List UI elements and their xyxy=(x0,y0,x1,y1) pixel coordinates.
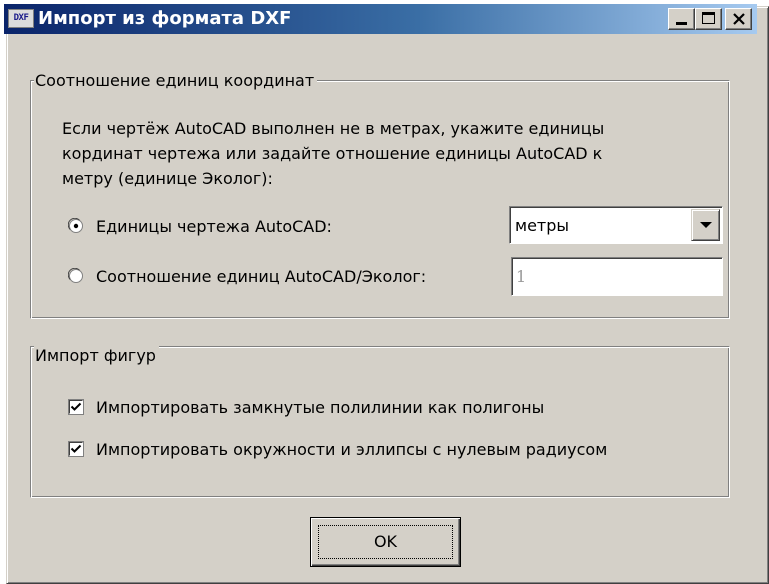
shapes-groupbox xyxy=(30,346,730,498)
radio-units-label: Единицы чертежа AutoCAD: xyxy=(96,216,332,236)
radio-selected-icon[interactable] xyxy=(68,218,84,234)
minimize-icon xyxy=(676,22,687,25)
maximize-icon xyxy=(702,12,715,24)
dropdown-button[interactable] xyxy=(691,209,720,241)
radio-units-option[interactable]: Единицы чертежа AutoCAD: xyxy=(68,214,332,238)
description-line: кординат чертежа или задайте отношение е… xyxy=(62,144,603,163)
window-title: Импорт из формата DXF xyxy=(38,8,292,29)
checkbox-polylines-row[interactable]: Импортировать замкнутые полилинии как по… xyxy=(68,395,544,419)
checkbox-checked-icon[interactable] xyxy=(68,441,84,457)
minimize-button[interactable] xyxy=(668,8,695,30)
chevron-down-icon xyxy=(700,222,712,228)
shapes-group-legend: Импорт фигур xyxy=(34,346,159,366)
ok-button[interactable]: OK xyxy=(310,517,461,567)
ratio-input[interactable] xyxy=(511,257,723,296)
radio-ratio-label: Соотношение единиц AutoCAD/Эколог: xyxy=(96,266,427,286)
checkbox-polylines-label: Импортировать замкнутые полилинии как по… xyxy=(96,397,545,417)
description-line: Если чертёж AutoCAD выполнен не в метрах… xyxy=(62,119,605,138)
description-line: метру (единице Эколог): xyxy=(62,169,273,188)
dxf-app-icon: DXF xyxy=(8,9,34,28)
checkbox-circles-label: Импортировать окружности и эллипсы с нул… xyxy=(96,439,608,459)
checkbox-circles-row[interactable]: Импортировать окружности и эллипсы с нул… xyxy=(68,437,607,461)
units-description: Если чертёж AutoCAD выполнен не в метрах… xyxy=(62,116,722,191)
maximize-button[interactable] xyxy=(695,8,722,30)
title-bar[interactable]: DXF Импорт из формата DXF xyxy=(4,4,757,34)
ok-button-label: OK xyxy=(373,532,398,551)
close-icon xyxy=(733,13,745,25)
checkbox-checked-icon[interactable] xyxy=(68,399,84,415)
radio-ratio-option[interactable]: Соотношение единиц AutoCAD/Эколог: xyxy=(68,264,426,288)
units-select-value: метры xyxy=(515,216,570,235)
units-group-legend: Соотношение единиц координат xyxy=(34,71,318,91)
close-button[interactable] xyxy=(725,8,752,30)
radio-unselected-icon[interactable] xyxy=(68,268,84,284)
units-select[interactable]: метры xyxy=(509,206,723,244)
